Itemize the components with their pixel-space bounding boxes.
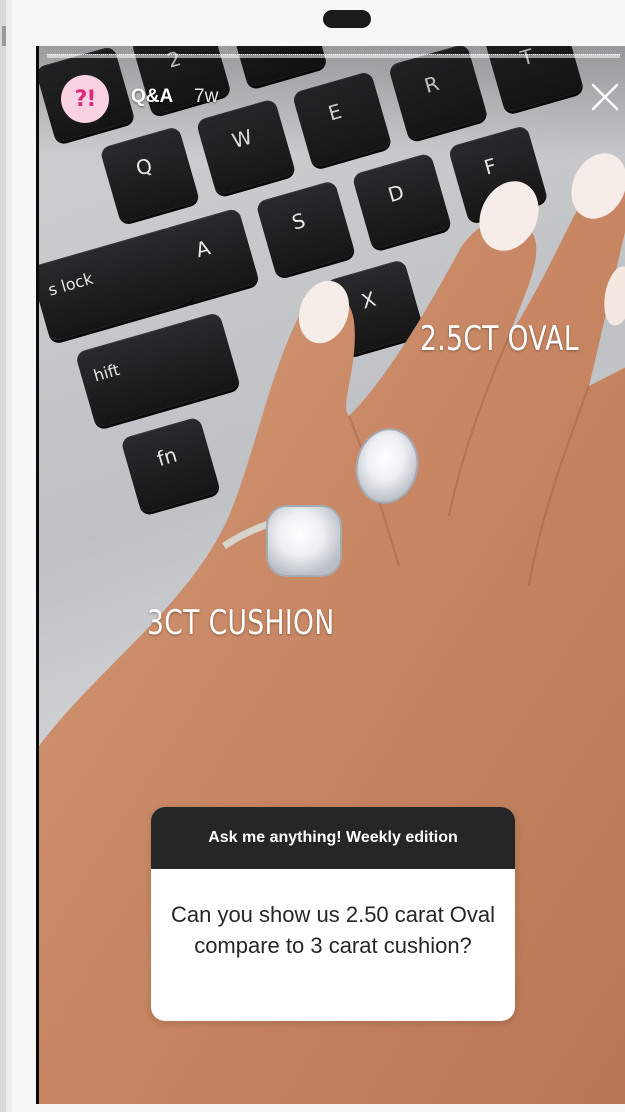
rail-marker [2, 26, 6, 46]
story-timestamp: 7w [194, 86, 219, 107]
question-sticker[interactable]: Ask me anything! Weekly edition Can you … [151, 807, 515, 1021]
sticker-question: Can you show us 2.50 carat Oval compare … [170, 902, 496, 958]
account-avatar[interactable]: ?! [61, 75, 109, 123]
sticker-title: Ask me anything! Weekly edition [151, 807, 515, 869]
window-left-rail [0, 0, 6, 1112]
story-viewer[interactable]: 1 2 3 Q W E R T A S D F X s lock hift fn [36, 46, 625, 1104]
close-icon [591, 83, 619, 111]
speaker-pill [323, 10, 371, 28]
cushion-label: 3CT CUSHION [147, 603, 335, 643]
oval-label: 2.5CT OVAL [420, 319, 579, 359]
story-header: ?! Q&A 7w [39, 46, 625, 156]
close-button[interactable] [590, 82, 620, 112]
story-progress-bar [47, 54, 620, 58]
avatar-text: ?! [74, 86, 97, 112]
account-name[interactable]: Q&A [131, 86, 173, 108]
